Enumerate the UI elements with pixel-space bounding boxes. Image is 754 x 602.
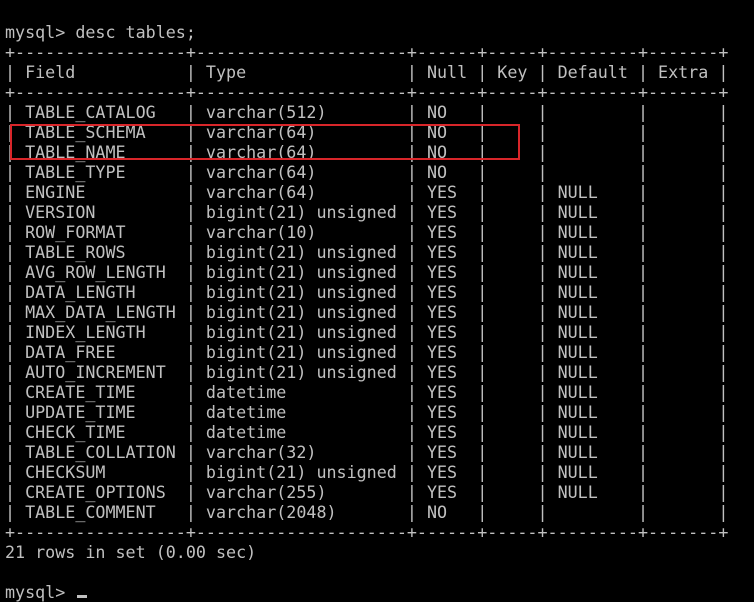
command-line: mysql> desc tables;	[5, 22, 196, 42]
prompt-line[interactable]: mysql>	[5, 582, 88, 602]
table-row: | CREATE_OPTIONS | varchar(255) | YES | …	[5, 482, 729, 502]
table-row: | MAX_DATA_LENGTH | bigint(21) unsigned …	[5, 302, 729, 322]
table-row: | ENGINE | varchar(64) | YES | | NULL | …	[5, 182, 729, 202]
terminal-console[interactable]: mysql> desc tables; +-----------------+-…	[0, 0, 754, 602]
table-row: | CREATE_TIME | datetime | YES | | NULL …	[5, 382, 729, 402]
table-header: | Field | Type | Null | Key | Default | …	[5, 62, 729, 82]
table-row: | AUTO_INCREMENT | bigint(21) unsigned |…	[5, 362, 729, 382]
table-row: | TABLE_COLLATION | varchar(32) | YES | …	[5, 442, 729, 462]
table-row: | CHECKSUM | bigint(21) unsigned | YES |…	[5, 462, 729, 482]
table-row: | CHECK_TIME | datetime | YES | | NULL |…	[5, 422, 729, 442]
prompt-text: mysql>	[5, 582, 76, 602]
result-summary: 21 rows in set (0.00 sec)	[5, 542, 257, 562]
table-row: | VERSION | bigint(21) unsigned | YES | …	[5, 202, 729, 222]
table-row: | INDEX_LENGTH | bigint(21) unsigned | Y…	[5, 322, 729, 342]
table-row: | TABLE_ROWS | bigint(21) unsigned | YES…	[5, 242, 729, 262]
table-row: | TABLE_CATALOG | varchar(512) | NO | | …	[5, 102, 729, 122]
table-border-top: +-----------------+---------------------…	[5, 42, 729, 62]
table-row: | TABLE_COMMENT | varchar(2048) | NO | |…	[5, 502, 729, 522]
text-cursor	[77, 595, 88, 598]
table-row: | AVG_ROW_LENGTH | bigint(21) unsigned |…	[5, 262, 729, 282]
table-row: | TABLE_TYPE | varchar(64) | NO | | | |	[5, 162, 729, 182]
table-row: | UPDATE_TIME | datetime | YES | | NULL …	[5, 402, 729, 422]
table-row: | DATA_FREE | bigint(21) unsigned | YES …	[5, 342, 729, 362]
table-row: | DATA_LENGTH | bigint(21) unsigned | YE…	[5, 282, 729, 302]
table-border-bottom: +-----------------+---------------------…	[5, 522, 729, 542]
table-row: | ROW_FORMAT | varchar(10) | YES | | NUL…	[5, 222, 729, 242]
table-border-mid: +-----------------+---------------------…	[5, 82, 729, 102]
highlight-annotation-box	[10, 124, 520, 160]
